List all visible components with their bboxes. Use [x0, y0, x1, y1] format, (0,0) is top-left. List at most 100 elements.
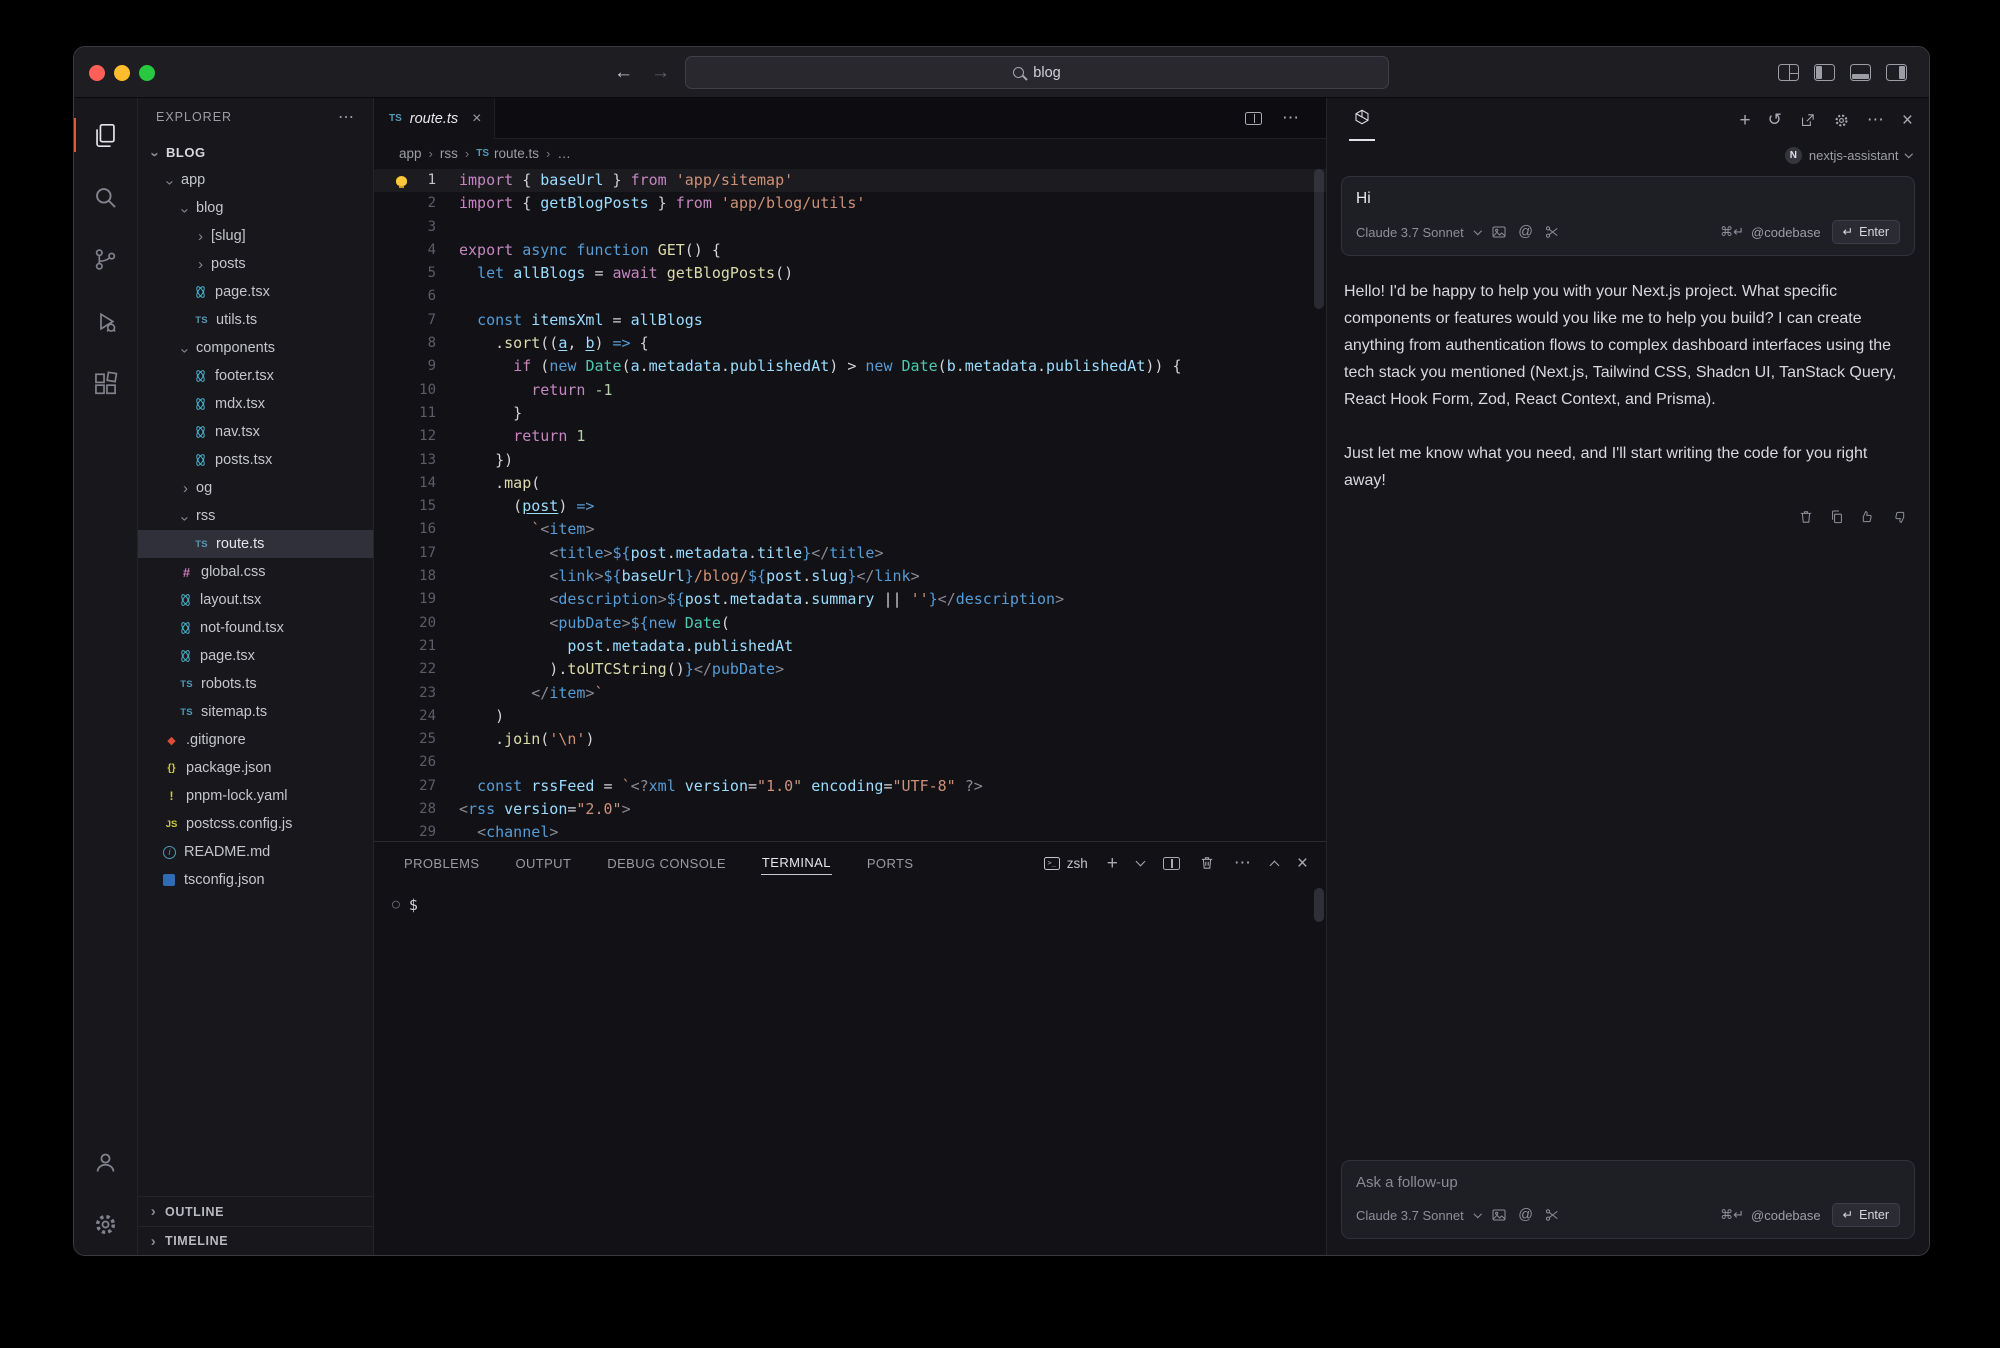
code-line-6[interactable]: 6: [374, 285, 1326, 308]
snippet-icon[interactable]: [1544, 224, 1560, 240]
code-line-16[interactable]: 16 `<item>: [374, 518, 1326, 541]
code-line-7[interactable]: 7 const itemsXml = allBlogs: [374, 309, 1326, 332]
code-line-9[interactable]: 9 if (new Date(a.metadata.publishedAt) >…: [374, 355, 1326, 378]
tree-file-nav-tsx[interactable]: nav.tsx: [138, 418, 373, 446]
tree-file-pnpm-lock-yaml[interactable]: !pnpm-lock.yaml: [138, 782, 373, 810]
toggle-sidebar-icon[interactable]: [1814, 64, 1835, 81]
close-chat-icon[interactable]: ×: [1902, 111, 1913, 130]
followup-input[interactable]: Ask a follow-up: [1356, 1174, 1900, 1191]
delete-message-icon[interactable]: [1798, 509, 1814, 525]
code-line-18[interactable]: 18 <link>${baseUrl}/blog/${post.slug}</l…: [374, 565, 1326, 588]
code-line-5[interactable]: 5 let allBlogs = await getBlogPosts(): [374, 262, 1326, 285]
tree-file-postcss-config-js[interactable]: JSpostcss.config.js: [138, 810, 373, 838]
breadcrumb-item-routets[interactable]: TSroute.ts: [476, 146, 539, 161]
forward-icon[interactable]: →: [651, 62, 670, 84]
code-line-23[interactable]: 23 </item>`: [374, 682, 1326, 705]
panel-tab-ports[interactable]: PORTS: [866, 852, 915, 875]
panel-tab-output[interactable]: OUTPUT: [514, 852, 572, 875]
code-line-28[interactable]: 28<rss version="2.0">: [374, 798, 1326, 821]
new-terminal-icon[interactable]: +: [1107, 854, 1118, 873]
code-line-29[interactable]: 29 <channel>: [374, 821, 1326, 841]
search-sidebar-icon[interactable]: [74, 166, 138, 228]
code-line-19[interactable]: 19 <description>${post.metadata.summary …: [374, 588, 1326, 611]
tree-folder-components[interactable]: ›components: [138, 334, 373, 362]
chat-tab-logo-icon[interactable]: [1349, 99, 1375, 141]
maximize-panel-icon[interactable]: [1269, 860, 1279, 870]
minimize-window-button[interactable]: [114, 65, 130, 81]
code-line-13[interactable]: 13 }): [374, 449, 1326, 472]
tab-route-ts[interactable]: TS route.ts ×: [374, 98, 495, 139]
terminal-profile-chevron-icon[interactable]: [1135, 857, 1145, 867]
explorer-icon[interactable]: [74, 104, 138, 166]
editor-more-icon[interactable]: ⋯: [1282, 108, 1300, 128]
terminal-scrollbar[interactable]: [1314, 888, 1324, 922]
tree-file-readme-md[interactable]: iREADME.md: [138, 838, 373, 866]
panel-tab-problems[interactable]: PROBLEMS: [403, 852, 480, 875]
tree-folder-blog[interactable]: ›BLOG: [138, 138, 373, 166]
tree-file-package-json[interactable]: {}package.json: [138, 754, 373, 782]
tree-file-robots-ts[interactable]: TSrobots.ts: [138, 670, 373, 698]
split-editor-icon[interactable]: [1245, 112, 1262, 125]
model-selector[interactable]: Claude 3.7 Sonnet: [1356, 1208, 1464, 1223]
chat-more-icon[interactable]: ⋯: [1867, 110, 1885, 130]
code-line-22[interactable]: 22 ).toUTCString()}</pubDate>: [374, 658, 1326, 681]
tree-file-page-tsx[interactable]: page.tsx: [138, 278, 373, 306]
panel-more-icon[interactable]: ⋯: [1234, 853, 1252, 873]
attach-image-icon[interactable]: [1491, 1207, 1507, 1223]
back-icon[interactable]: ←: [614, 62, 633, 84]
code-line-26[interactable]: 26: [374, 751, 1326, 774]
editor-scrollbar[interactable]: [1314, 169, 1324, 309]
attach-image-icon[interactable]: [1491, 224, 1507, 240]
code-line-21[interactable]: 21 post.metadata.publishedAt: [374, 635, 1326, 658]
tree-folder-slug[interactable]: ›[slug]: [138, 222, 373, 250]
tree-file-mdx-tsx[interactable]: mdx.tsx: [138, 390, 373, 418]
copy-message-icon[interactable]: [1829, 509, 1845, 525]
model-selector[interactable]: Claude 3.7 Sonnet: [1356, 225, 1464, 240]
tab-close-icon[interactable]: ×: [472, 110, 481, 128]
code-line-27[interactable]: 27 const rssFeed = `<?xml version="1.0" …: [374, 775, 1326, 798]
mention-icon[interactable]: @: [1518, 1207, 1533, 1223]
enter-button[interactable]: ↵ Enter: [1832, 1203, 1900, 1227]
tree-file-route-ts[interactable]: TSroute.ts: [138, 530, 373, 558]
tree-file-tsconfig-json[interactable]: tsconfig.json: [138, 866, 373, 894]
tree-folder-posts[interactable]: ›posts: [138, 250, 373, 278]
close-window-button[interactable]: [89, 65, 105, 81]
chat-history-icon[interactable]: ↺: [1768, 110, 1782, 130]
chat-settings-icon[interactable]: [1833, 112, 1850, 129]
user-message-card[interactable]: Hi Claude 3.7 Sonnet @ ⌘↵ @codebase ↵: [1341, 176, 1915, 256]
code-line-4[interactable]: 4export async function GET() {: [374, 239, 1326, 262]
breadcrumb-item-rss[interactable]: rss: [440, 146, 458, 161]
code-line-15[interactable]: 15 (post) =>: [374, 495, 1326, 518]
tree-folder-blog[interactable]: ›blog: [138, 194, 373, 222]
tree-folder-rss[interactable]: ›rss: [138, 502, 373, 530]
terminal-content[interactable]: ○ $: [374, 884, 1326, 1255]
new-chat-icon[interactable]: +: [1740, 111, 1751, 130]
enter-button[interactable]: ↵ Enter: [1832, 220, 1900, 244]
code-editor[interactable]: 1import { baseUrl } from 'app/sitemap'2i…: [374, 167, 1326, 841]
tree-file-layout-tsx[interactable]: layout.tsx: [138, 586, 373, 614]
timeline-section[interactable]: › TIMELINE: [138, 1226, 373, 1255]
source-control-icon[interactable]: [74, 228, 138, 290]
snippet-icon[interactable]: [1544, 1207, 1560, 1223]
breadcrumb[interactable]: app›rss›TSroute.ts›…: [374, 139, 1326, 167]
code-line-12[interactable]: 12 return 1: [374, 425, 1326, 448]
tree-file-footer-tsx[interactable]: footer.tsx: [138, 362, 373, 390]
toggle-panel-icon[interactable]: [1850, 64, 1871, 81]
agent-selector[interactable]: N nextjs-assistant: [1327, 142, 1929, 168]
tree-file-sitemap-ts[interactable]: TSsitemap.ts: [138, 698, 373, 726]
command-search-input[interactable]: blog: [685, 56, 1389, 89]
tree-folder-og[interactable]: ›og: [138, 474, 373, 502]
split-terminal-icon[interactable]: [1163, 857, 1180, 870]
panel-tab-terminal[interactable]: TERMINAL: [761, 851, 832, 875]
outline-section[interactable]: › OUTLINE: [138, 1197, 373, 1226]
code-line-10[interactable]: 10 return -1: [374, 379, 1326, 402]
code-line-20[interactable]: 20 <pubDate>${new Date(: [374, 612, 1326, 635]
tree-file-utils-ts[interactable]: TSutils.ts: [138, 306, 373, 334]
panel-tab-debug-console[interactable]: DEBUG CONSOLE: [606, 852, 727, 875]
kill-terminal-icon[interactable]: [1199, 855, 1215, 871]
codebase-label[interactable]: @codebase: [1751, 225, 1821, 240]
tree-file-posts-tsx[interactable]: posts.tsx: [138, 446, 373, 474]
toggle-secondary-sidebar-icon[interactable]: [1886, 64, 1907, 81]
code-line-17[interactable]: 17 <title>${post.metadata.title}</title>: [374, 542, 1326, 565]
code-line-8[interactable]: 8 .sort((a, b) => {: [374, 332, 1326, 355]
